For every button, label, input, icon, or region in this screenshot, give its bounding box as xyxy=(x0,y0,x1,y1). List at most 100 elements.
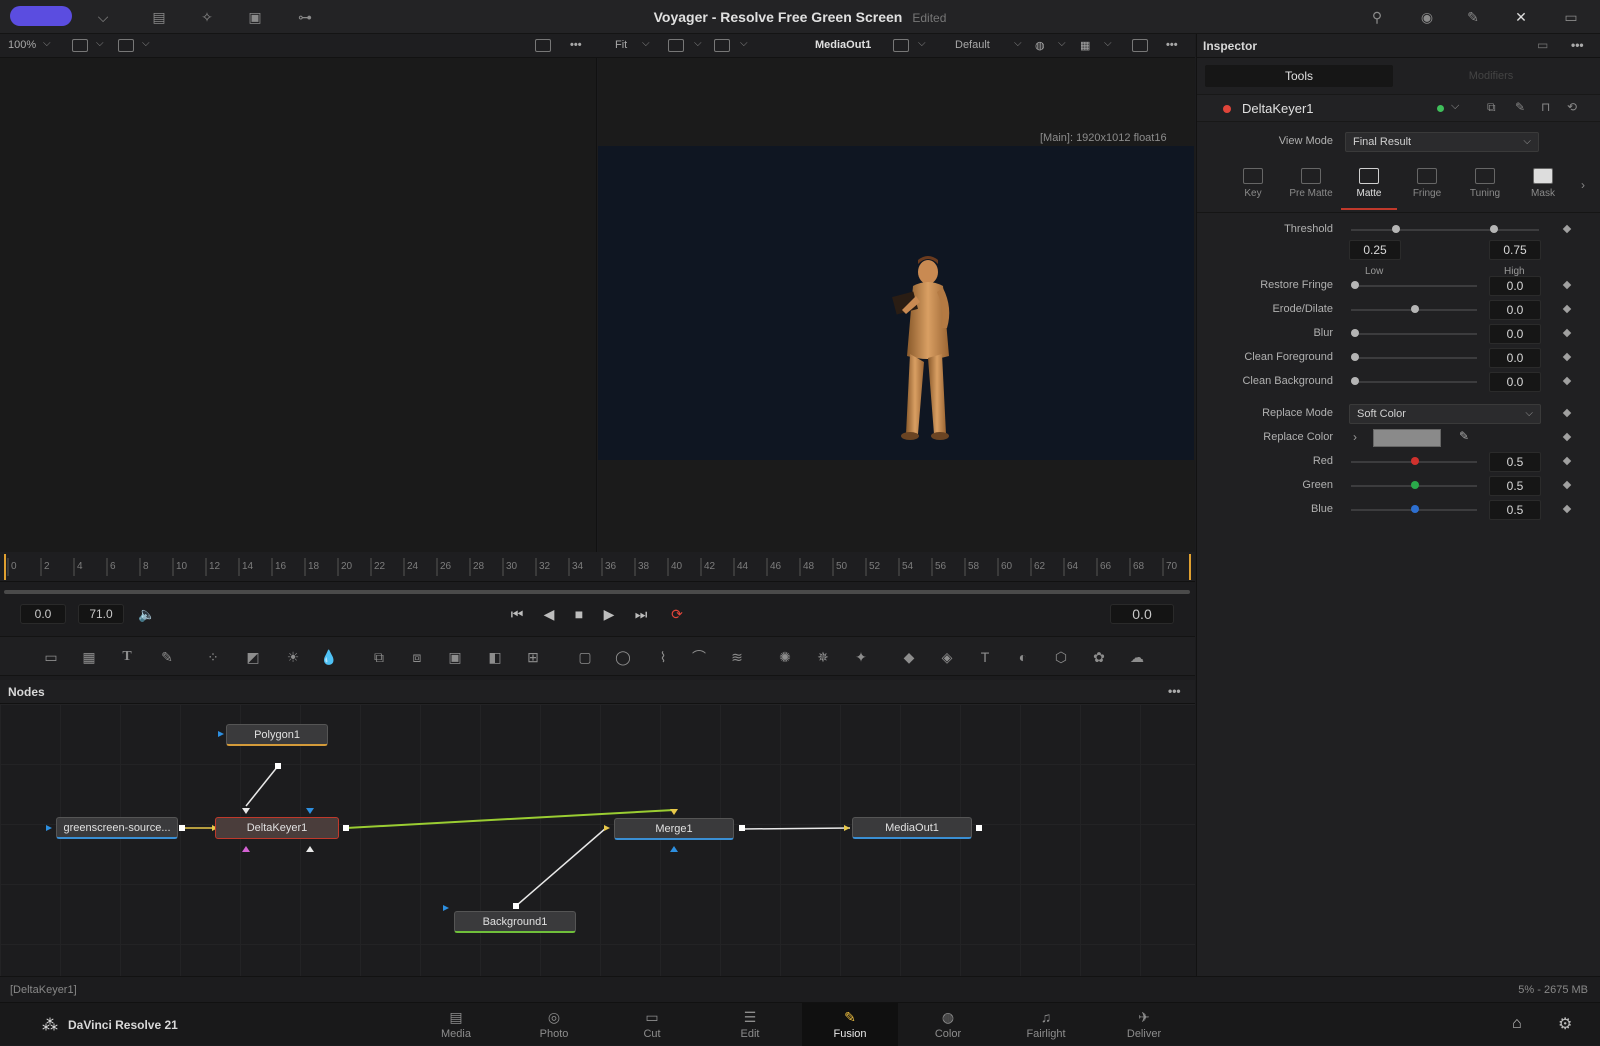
p-spawn-icon[interactable]: ✦ xyxy=(850,647,872,667)
param-slider-track[interactable] xyxy=(1351,285,1477,287)
keyframe-icon[interactable] xyxy=(1562,504,1572,514)
tool-name[interactable]: DeltaKeyer1 xyxy=(1242,101,1314,116)
renderer3d-icon[interactable]: ☁ xyxy=(1126,647,1148,667)
step-back-icon[interactable]: ◀ xyxy=(538,604,560,624)
subtab-matte[interactable]: Matte xyxy=(1341,164,1397,210)
channel-value-field[interactable]: 0.5 xyxy=(1489,476,1541,496)
pin-icon[interactable]: ✎ xyxy=(1515,100,1525,114)
render-end-field[interactable]: 71.0 xyxy=(78,604,124,624)
node-editor[interactable]: Polygon1 greenscreen-source... DeltaKeye… xyxy=(0,704,1195,976)
transform-icon[interactable]: ≋ xyxy=(726,647,748,667)
channel-value-field[interactable]: 0.5 xyxy=(1489,452,1541,472)
replace-color-swatch[interactable] xyxy=(1373,429,1441,447)
keyframe-icon[interactable] xyxy=(1562,352,1572,362)
rectangle-mask-icon[interactable]: ▢ xyxy=(574,647,596,667)
p-render-icon[interactable]: ✵ xyxy=(812,647,834,667)
channel-slider-handle[interactable] xyxy=(1411,505,1419,513)
threshold-low-field[interactable]: 0.25 xyxy=(1349,240,1401,260)
page-edit[interactable]: ☰ Edit xyxy=(702,1003,798,1046)
channel-slider-handle[interactable] xyxy=(1411,481,1419,489)
paint-tool-icon[interactable]: ✎ xyxy=(156,647,178,667)
dropdown-chevron-icon[interactable]: ⌵ xyxy=(92,8,114,26)
param-slider-handle[interactable] xyxy=(1351,353,1359,361)
nodes-toggle-icon[interactable]: ⊶ xyxy=(294,8,316,26)
safe-area-icon[interactable] xyxy=(1132,39,1148,52)
keyframe-icon[interactable] xyxy=(1562,304,1572,314)
text3d-icon[interactable]: T xyxy=(974,647,996,667)
param-value-field[interactable]: 0.0 xyxy=(1489,324,1541,344)
enabled-dot-icon[interactable] xyxy=(1437,105,1444,112)
merge3d-icon[interactable]: ◈ xyxy=(936,647,958,667)
tools-icon[interactable]: ✕ xyxy=(1510,8,1532,26)
channel-value-field[interactable]: 0.5 xyxy=(1489,500,1541,520)
node-deltakeyer[interactable]: DeltaKeyer1 xyxy=(215,817,339,839)
keyframe-icon[interactable] xyxy=(1562,408,1572,418)
node-polygon[interactable]: Polygon1 xyxy=(226,724,328,746)
more-options-icon[interactable]: ••• xyxy=(1168,684,1181,698)
time-ruler[interactable]: 0 2 4 6 8 10 12 14 16 18 20 22 24 26 28 30 32 34 36 38 40 42 4… xyxy=(0,552,1195,582)
subtab-pre-matte[interactable]: Pre Matte xyxy=(1283,164,1339,210)
threshold-low-handle[interactable] xyxy=(1392,225,1400,233)
keyframe-icon[interactable] xyxy=(1562,432,1572,442)
channel-booleans-icon[interactable]: ⧈ xyxy=(406,647,428,667)
media-pool-icon[interactable]: ▤ xyxy=(148,8,170,26)
output-option-icon[interactable] xyxy=(893,39,909,52)
view-mode-select[interactable]: Final Result ⌵ xyxy=(1345,132,1539,152)
subtab-fringe[interactable]: Fringe xyxy=(1399,164,1455,210)
viewer-option-icon[interactable] xyxy=(118,39,134,52)
display-icon[interactable]: ▭ xyxy=(1560,8,1582,26)
particles-icon[interactable]: ⁘ xyxy=(202,647,224,667)
threshold-track[interactable] xyxy=(1351,229,1539,231)
param-value-field[interactable]: 0.0 xyxy=(1489,300,1541,320)
single-viewer-icon[interactable] xyxy=(535,39,551,52)
param-slider-handle[interactable] xyxy=(1351,329,1359,337)
first-frame-icon[interactable]: ⏮ xyxy=(506,604,528,624)
polygon-mask-icon[interactable]: ⌇ xyxy=(652,647,674,667)
subtab-tuning[interactable]: Tuning xyxy=(1457,164,1513,210)
page-fusion[interactable]: ✎ Fusion xyxy=(802,1003,898,1046)
background-tool-icon[interactable]: ▭ xyxy=(40,647,62,667)
workspace-button[interactable] xyxy=(10,6,72,26)
brightness-icon[interactable]: ☀ xyxy=(282,647,304,667)
view-icon[interactable]: ◉ xyxy=(1416,8,1438,26)
timeline-scrubber[interactable] xyxy=(4,590,1190,594)
param-slider-track[interactable] xyxy=(1351,381,1477,383)
node-background[interactable]: Background1 xyxy=(454,911,576,933)
threshold-high-handle[interactable] xyxy=(1490,225,1498,233)
light3d-icon[interactable]: ✿ xyxy=(1088,647,1110,667)
channel-icon[interactable] xyxy=(714,39,730,52)
imageplane3d-icon[interactable]: ⬡ xyxy=(1050,647,1072,667)
page-deliver[interactable]: ✈ Deliver xyxy=(1096,1003,1192,1046)
param-slider-handle[interactable] xyxy=(1351,377,1359,385)
page-cut[interactable]: ▭ Cut xyxy=(604,1003,700,1046)
zoom-select[interactable]: 100% xyxy=(8,39,36,51)
node-mediaout[interactable]: MediaOut1 xyxy=(852,817,972,839)
page-photo[interactable]: ◎ Photo xyxy=(506,1003,602,1046)
text-tool-icon[interactable]: T xyxy=(116,647,138,667)
render-start-field[interactable]: 0.0 xyxy=(20,604,66,624)
threshold-high-field[interactable]: 0.75 xyxy=(1489,240,1541,260)
tab-tools[interactable]: Tools xyxy=(1205,65,1393,87)
subtab-key[interactable]: Key xyxy=(1225,164,1281,210)
more-options-icon[interactable]: ••• xyxy=(1166,39,1178,51)
stop-icon[interactable]: ■ xyxy=(568,604,590,624)
keyframe-icon[interactable] xyxy=(1562,224,1572,234)
param-value-field[interactable]: 0.0 xyxy=(1489,372,1541,392)
node-greenscreen-source[interactable]: greenscreen-source... xyxy=(56,817,178,839)
last-frame-icon[interactable]: ⏭ xyxy=(630,604,652,624)
home-icon[interactable]: ⌂ xyxy=(1512,1015,1522,1033)
lock-icon[interactable]: ⊓ xyxy=(1541,100,1550,114)
loader-icon[interactable]: ◧ xyxy=(484,647,506,667)
loop-icon[interactable]: ⟳ xyxy=(666,604,688,624)
page-fairlight[interactable]: ♫ Fairlight xyxy=(998,1003,1094,1046)
keyframe-icon[interactable] xyxy=(1562,280,1572,290)
reset-icon[interactable]: ⟲ xyxy=(1567,100,1577,114)
fit-select[interactable]: Fit xyxy=(615,39,627,51)
roi-icon[interactable] xyxy=(668,39,684,52)
eyedropper-icon[interactable]: ✎ xyxy=(1459,429,1469,443)
pin-icon[interactable]: ✎ xyxy=(1462,8,1484,26)
page-color[interactable]: ◍ Color xyxy=(900,1003,996,1046)
chevron-right-icon[interactable]: › xyxy=(1581,178,1585,192)
viewer-output-node[interactable]: MediaOut1 xyxy=(815,39,871,51)
replace-mode-select[interactable]: Soft Color ⌵ xyxy=(1349,404,1541,424)
